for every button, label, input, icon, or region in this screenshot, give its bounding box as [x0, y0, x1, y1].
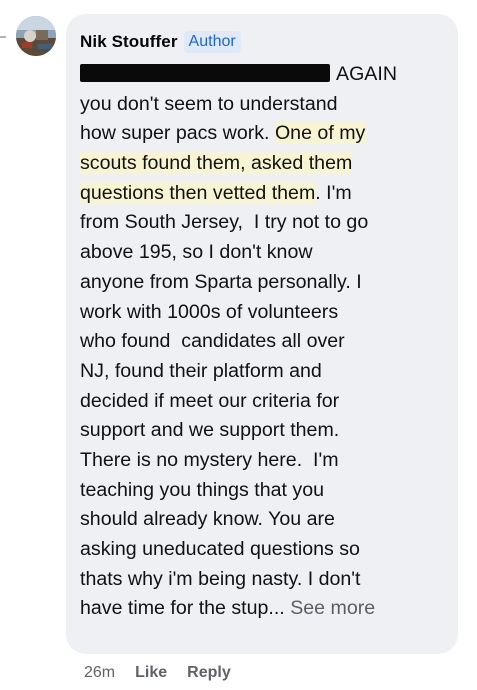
comment-line: you don't seem to understand — [80, 90, 444, 120]
comment-line: thats why i'm being nasty. I don't — [80, 565, 444, 595]
like-button[interactable]: Like — [135, 664, 167, 682]
see-more-link[interactable]: See more — [290, 597, 375, 619]
line-text: have time for the stup... — [80, 597, 285, 620]
line-text: you don't seem to understand — [80, 92, 338, 115]
thread-connector — [0, 36, 6, 38]
line-text: should already know. You are — [80, 508, 335, 531]
comment-line: questions then vetted them. I'm — [80, 179, 444, 209]
line-text: from South Jersey, I try not to go — [80, 211, 369, 234]
line-text: work with 1000s of volunteers — [80, 300, 339, 323]
author-badge: Author — [183, 31, 241, 53]
comment-line: work with 1000s of volunteers — [80, 298, 444, 328]
line-text: thats why i'm being nasty. I don't — [80, 567, 361, 590]
comment-line: above 195, so I don't know — [80, 238, 444, 268]
comment-timestamp[interactable]: 26m — [84, 664, 115, 682]
reply-button[interactable]: Reply — [187, 664, 231, 682]
redaction-bar — [80, 64, 330, 82]
line-text: how super pacs work. — [80, 122, 275, 145]
comment-line: AGAIN — [80, 60, 444, 90]
comment-line: teaching you things that you — [80, 476, 444, 506]
line-text: There is no mystery here. I'm — [80, 448, 339, 471]
comment-actions: 26m Like Reply — [84, 664, 231, 682]
line-text: decided if meet our criteria for — [80, 389, 340, 412]
highlighted-text: scouts found them, asked them — [80, 152, 353, 175]
line-text: support and we support them. — [80, 419, 340, 442]
comment-header: Nik Stouffer Author — [80, 28, 444, 56]
comment-line: who found candidates all over — [80, 327, 444, 357]
comment-line: have time for the stup... See more — [80, 594, 444, 624]
comment-line: anyone from Sparta personally. I — [80, 268, 444, 298]
comment-line: NJ, found their platform and — [80, 357, 444, 387]
highlighted-text: questions then vetted them — [80, 181, 316, 204]
line-text: anyone from Sparta personally. I — [80, 270, 362, 293]
line-text: who found candidates all over — [80, 330, 345, 353]
line-text: asking uneducated questions so — [80, 538, 360, 560]
comment-line: scouts found them, asked them — [80, 149, 444, 179]
comment-line: asking uneducated questions so — [80, 535, 444, 565]
comment-line: how super pacs work. One of my — [80, 119, 444, 149]
comment-line: should already know. You are — [80, 505, 444, 535]
avatar[interactable] — [16, 16, 56, 56]
highlighted-text: One of my — [274, 122, 366, 145]
line-text: AGAIN — [336, 63, 397, 85]
line-text: . I'm — [315, 181, 352, 204]
line-text: above 195, so I don't know — [80, 241, 313, 264]
comment-line: There is no mystery here. I'm — [80, 446, 444, 476]
comment-bubble: Nik Stouffer Author AGAIN you don't seem … — [66, 14, 458, 654]
author-name[interactable]: Nik Stouffer — [80, 32, 178, 52]
line-text: NJ, found their platform and — [80, 359, 322, 382]
comment-line: decided if meet our criteria for — [80, 387, 444, 417]
comment-line: support and we support them. — [80, 416, 444, 446]
profile-photo-icon — [16, 16, 56, 56]
comment-screenshot: Nik Stouffer Author AGAIN you don't seem … — [0, 0, 477, 690]
line-text: teaching you things that you — [80, 478, 325, 501]
comment-text: AGAIN you don't seem to understand how sup… — [80, 60, 444, 624]
comment-line: from South Jersey, I try not to go — [80, 208, 444, 238]
